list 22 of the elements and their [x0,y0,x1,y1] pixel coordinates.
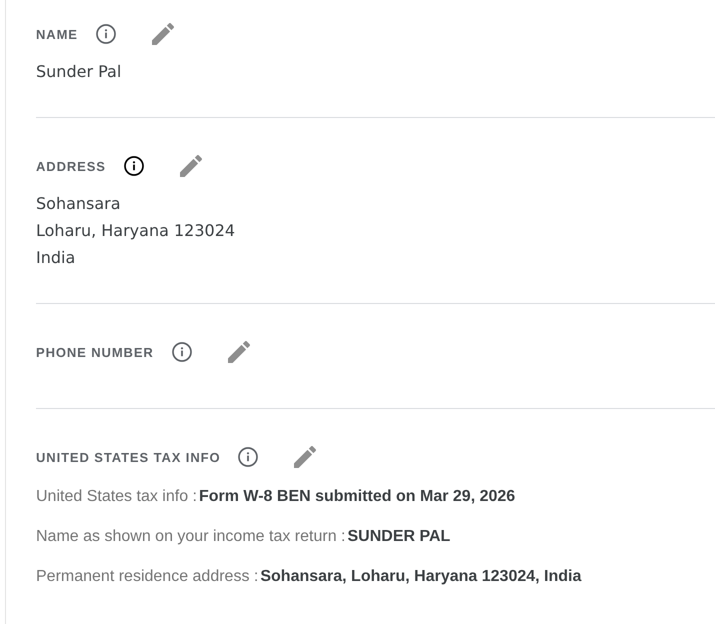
field-value: Loharu, Haryana 123024 [36,220,236,242]
edit-icon[interactable] [152,23,174,45]
edit-icon[interactable] [228,341,250,363]
detail-value: Form W-8 BEN submitted on Mar 29, 2026 [198,488,516,506]
info-icon[interactable] [96,24,116,44]
info-icon[interactable] [238,447,258,467]
detail-value: Sohansara, Loharu, Haryana 123024, India [260,568,582,586]
info-icon[interactable] [124,156,144,176]
section-label: NAME [36,26,78,42]
detail-label: Permanent residence address : [36,568,258,586]
section-label: UNITED STATES TAX INFO [36,450,220,464]
detail-label: United States tax info : [36,488,197,506]
field-value: Sunder Pal [36,61,122,83]
section-label: ADDRESS [36,158,106,174]
edit-icon[interactable] [180,155,202,177]
detail-label: Name as shown on your income tax return : [36,528,346,546]
edit-icon[interactable] [294,446,316,468]
field-value: Sohansara [36,193,121,215]
info-icon[interactable] [172,342,192,362]
detail-value: SUNDER PAL [347,528,450,546]
section-label: PHONE NUMBER [36,344,154,360]
field-value: India [36,247,76,269]
